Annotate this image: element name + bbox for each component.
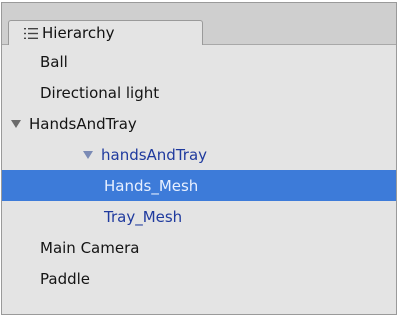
hierarchy-item-tray-mesh[interactable]: Tray_Mesh <box>2 201 396 232</box>
hierarchy-item-ball[interactable]: Ball <box>2 46 396 77</box>
hierarchy-item-directional-light[interactable]: Directional light <box>2 77 396 108</box>
item-label: Tray_Mesh <box>104 207 183 226</box>
hierarchy-item-handsandtray-prefab[interactable]: handsAndTray <box>2 139 396 170</box>
foldout-expanded-icon[interactable] <box>83 150 93 159</box>
hierarchy-item-paddle[interactable]: Paddle <box>2 263 396 294</box>
foldout-expanded-icon[interactable] <box>11 119 21 128</box>
item-label: Directional light <box>40 83 160 102</box>
hierarchy-item-handsandtray[interactable]: HandsAndTray <box>2 108 396 139</box>
item-label: HandsAndTray <box>29 114 137 133</box>
list-icon <box>24 27 38 39</box>
hierarchy-panel: Hierarchy Ball Directional light HandsAn… <box>1 2 397 315</box>
item-label: Ball <box>40 52 68 71</box>
item-label: Paddle <box>40 269 91 288</box>
tab-label: Hierarchy <box>42 24 115 42</box>
hierarchy-item-main-camera[interactable]: Main Camera <box>2 232 396 263</box>
item-label: handsAndTray <box>101 145 208 164</box>
hierarchy-item-hands-mesh[interactable]: Hands_Mesh <box>2 170 396 201</box>
hierarchy-list: Ball Directional light HandsAndTray hand… <box>2 46 396 294</box>
item-label: Hands_Mesh <box>104 176 199 195</box>
tab-hierarchy[interactable]: Hierarchy <box>8 20 203 45</box>
tab-bar: Hierarchy <box>2 3 396 45</box>
item-label: Main Camera <box>40 238 140 257</box>
